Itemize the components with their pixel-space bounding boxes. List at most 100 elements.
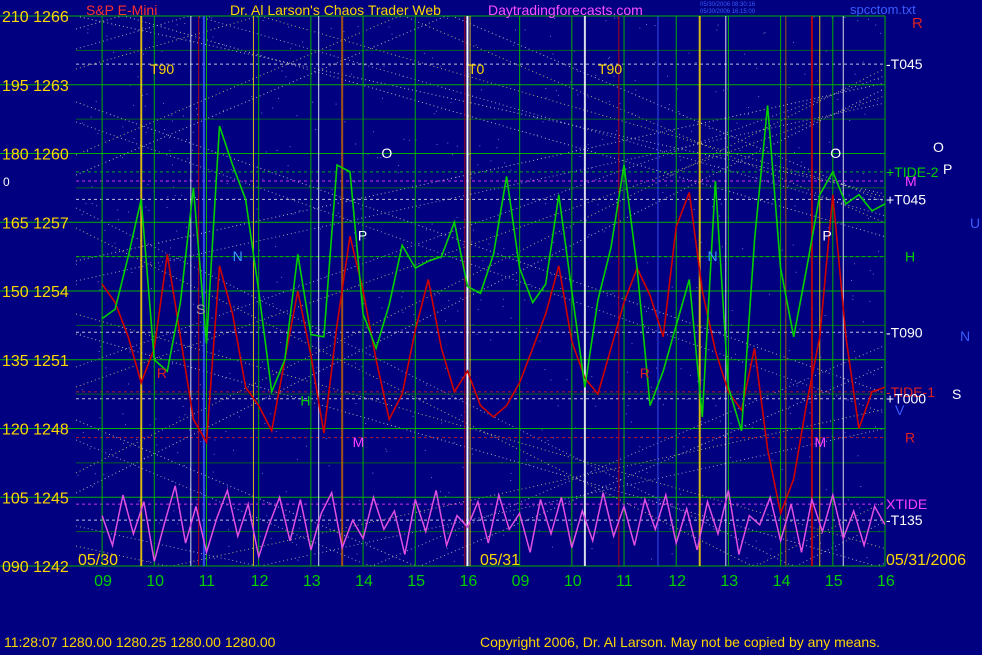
star-dot	[161, 50, 163, 52]
star-dot	[566, 379, 568, 381]
star-dot	[762, 429, 764, 431]
star-dot	[801, 161, 803, 163]
star-dot	[731, 310, 733, 312]
star-dot	[227, 486, 228, 488]
star-dot	[281, 276, 283, 278]
star-dot	[709, 128, 711, 129]
star-dot	[695, 62, 697, 63]
star-dot	[748, 346, 750, 348]
star-dot	[214, 439, 216, 441]
star-dot	[591, 376, 593, 378]
star-dot	[287, 165, 289, 167]
star-dot	[176, 24, 178, 26]
star-dot	[859, 507, 861, 509]
right-level-label: -T135	[886, 512, 923, 528]
star-dot	[607, 58, 609, 60]
star-dot	[875, 426, 876, 428]
star-dot	[616, 130, 618, 132]
star-dot	[513, 44, 515, 46]
star-dot	[89, 448, 91, 450]
star-dot	[502, 298, 504, 300]
star-dot	[169, 285, 171, 287]
star-dot	[844, 17, 846, 18]
star-dot	[678, 111, 680, 112]
star-dot	[456, 534, 458, 536]
y-axis-label: 210 1266	[2, 9, 69, 26]
star-dot	[315, 129, 317, 130]
star-dot	[106, 35, 108, 37]
star-dot	[351, 73, 352, 75]
star-dot	[619, 102, 621, 104]
star-dot	[184, 414, 186, 416]
star-dot	[344, 121, 346, 123]
star-dot	[199, 384, 201, 386]
star-dot	[299, 284, 300, 286]
star-dot	[880, 32, 882, 34]
star-dot	[418, 207, 420, 209]
x-tick-label: 13	[303, 573, 321, 590]
star-dot	[716, 29, 718, 31]
star-dot	[460, 297, 462, 299]
star-dot	[539, 340, 541, 342]
timestamp-line-1: 05/30/2006 08:30:16	[700, 2, 756, 8]
star-dot	[285, 76, 287, 78]
star-dot	[177, 452, 179, 454]
star-dot	[233, 449, 234, 451]
star-dot	[755, 540, 757, 542]
star-dot	[756, 343, 758, 345]
star-dot	[114, 242, 116, 244]
star-dot	[579, 156, 581, 157]
star-dot	[171, 164, 173, 166]
star-dot	[851, 280, 852, 281]
date-label: 05/31	[480, 552, 520, 569]
star-dot	[169, 150, 171, 152]
x-tick-label: 09	[512, 573, 530, 590]
star-dot	[758, 96, 760, 98]
star-dot	[436, 110, 437, 112]
star-dot	[847, 499, 849, 501]
star-dot	[476, 333, 478, 335]
star-dot	[269, 502, 271, 504]
star-dot	[251, 96, 253, 98]
star-dot	[264, 423, 266, 424]
star-dot	[877, 79, 879, 81]
star-dot	[666, 184, 667, 186]
star-dot	[510, 472, 512, 474]
star-dot	[328, 523, 329, 525]
star-dot	[148, 560, 150, 562]
star-dot	[646, 24, 647, 25]
star-dot	[875, 24, 877, 26]
star-dot	[415, 264, 417, 266]
star-dot	[697, 380, 699, 382]
star-dot	[196, 108, 198, 110]
star-dot	[878, 250, 880, 252]
star-dot	[577, 70, 579, 72]
star-dot	[117, 219, 119, 220]
star-dot	[860, 486, 862, 487]
star-dot	[133, 138, 135, 139]
star-dot	[330, 27, 332, 29]
chaos-trader-chart: NSRHOPMNROPM 210 1266 195 1263 180 1260 165…	[0, 0, 982, 650]
x-tick-label: 10	[564, 573, 582, 590]
star-dot	[781, 249, 783, 251]
star-dot	[534, 116, 536, 118]
star-dot	[804, 73, 806, 75]
star-dot	[104, 229, 106, 231]
star-dot	[610, 494, 612, 496]
star-dot	[646, 472, 648, 474]
star-dot	[862, 173, 864, 175]
star-dot	[262, 20, 264, 21]
y-axis-label: 195 1263	[2, 78, 69, 95]
star-dot	[105, 367, 107, 369]
x-tick-label: 12	[251, 573, 269, 590]
star-dot	[440, 491, 441, 493]
chart-letter-P: P	[822, 228, 831, 244]
star-dot	[270, 537, 272, 539]
star-dot	[182, 115, 184, 117]
x-tick-label: 16	[877, 573, 895, 590]
star-dot	[477, 164, 479, 166]
star-dot	[224, 377, 226, 379]
star-dot	[634, 80, 636, 81]
star-dot	[438, 293, 440, 295]
star-dot	[824, 315, 826, 316]
